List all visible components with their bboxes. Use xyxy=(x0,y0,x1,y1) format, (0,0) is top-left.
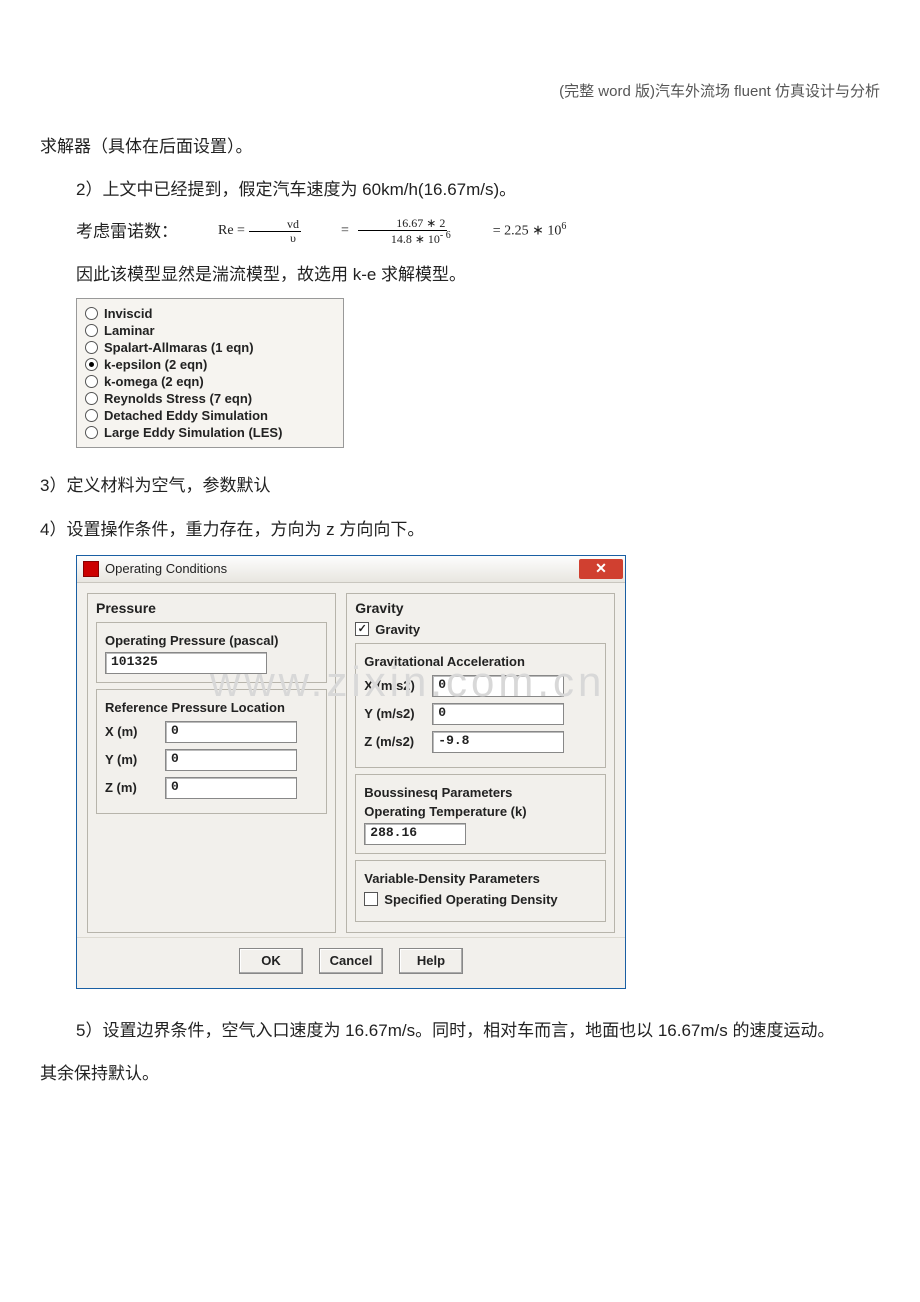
radio-laminar[interactable]: Laminar xyxy=(85,322,335,339)
radio-icon xyxy=(85,358,98,371)
pressure-title: Pressure xyxy=(96,600,327,616)
radio-icon xyxy=(85,324,98,337)
ref-z-label: Z (m) xyxy=(105,780,159,795)
ref-pressure-location-label: Reference Pressure Location xyxy=(105,700,318,715)
radio-label: Laminar xyxy=(104,323,155,338)
ref-y-label: Y (m) xyxy=(105,752,159,767)
ref-x-input[interactable]: 0 xyxy=(165,721,297,743)
grav-accel-label: Gravitational Acceleration xyxy=(364,654,597,669)
gravity-checkbox-label: Gravity xyxy=(375,622,420,637)
radio-label: Reynolds Stress (7 eqn) xyxy=(104,391,252,406)
ref-z-input[interactable]: 0 xyxy=(165,777,297,799)
radio-label: Inviscid xyxy=(104,306,152,321)
operating-pressure-input[interactable]: 101325 xyxy=(105,652,267,674)
gravity-checkbox[interactable] xyxy=(355,622,369,636)
operating-pressure-label: Operating Pressure (pascal) xyxy=(105,633,318,648)
op-temp-label: Operating Temperature (k) xyxy=(364,804,597,819)
spec-density-label: Specified Operating Density xyxy=(384,892,557,907)
ref-pressure-location-subgroup: Reference Pressure Location X (m) 0 Y (m… xyxy=(96,689,327,814)
ok-button[interactable]: OK xyxy=(239,948,303,974)
op-temp-input[interactable]: 288.16 xyxy=(364,823,466,845)
dialog-title: Operating Conditions xyxy=(105,561,227,576)
grav-x-input[interactable]: 0 xyxy=(432,675,564,697)
radio-icon xyxy=(85,426,98,439)
radio-inviscid[interactable]: Inviscid xyxy=(85,305,335,322)
spec-density-checkbox[interactable] xyxy=(364,892,378,906)
radio-label: Spalart-Allmaras (1 eqn) xyxy=(104,340,254,355)
reynolds-formula: 考虑雷诺数： Re = vd υ = 16.67 ∗ 2 14.8 ∗ 10- … xyxy=(40,217,880,245)
boussinesq-label: Boussinesq Parameters xyxy=(364,785,597,800)
radio-label: Large Eddy Simulation (LES) xyxy=(104,425,282,440)
radio-k-omega[interactable]: k-omega (2 eqn) xyxy=(85,373,335,390)
radio-icon xyxy=(85,375,98,388)
operating-pressure-subgroup: Operating Pressure (pascal) 101325 xyxy=(96,622,327,683)
operating-conditions-dialog: Operating Conditions ✕ Pressure Operatin… xyxy=(76,555,626,989)
close-icon[interactable]: ✕ xyxy=(579,559,623,579)
radio-icon xyxy=(85,392,98,405)
grav-y-input[interactable]: 0 xyxy=(432,703,564,725)
radio-icon xyxy=(85,307,98,320)
gravity-checkbox-row[interactable]: Gravity xyxy=(355,622,606,637)
gravity-group: Gravity Gravity Gravitational Accelerati… xyxy=(346,593,615,933)
paragraph-speed: 2）上文中已经提到，假定汽车速度为 60km/h(16.67m/s)。 xyxy=(40,170,880,209)
variable-density-label: Variable-Density Parameters xyxy=(364,871,597,886)
radio-label: Detached Eddy Simulation xyxy=(104,408,268,423)
grav-x-label: X (m/s2) xyxy=(364,678,426,693)
paragraph-operating: 4）设置操作条件，重力存在，方向为 z 方向向下。 xyxy=(40,510,880,549)
paragraph-turbulence: 因此该模型显然是湍流模型，故选用 k-e 求解模型。 xyxy=(40,255,880,294)
pressure-group: Pressure Operating Pressure (pascal) 101… xyxy=(87,593,336,933)
radio-reynolds-stress[interactable]: Reynolds Stress (7 eqn) xyxy=(85,390,335,407)
cancel-button[interactable]: Cancel xyxy=(319,948,383,974)
variable-density-subgroup: Variable-Density Parameters Specified Op… xyxy=(355,860,606,922)
radio-icon xyxy=(85,341,98,354)
grav-z-label: Z (m/s2) xyxy=(364,734,426,749)
dialog-button-row: OK Cancel Help xyxy=(77,937,625,988)
radio-icon xyxy=(85,409,98,422)
paragraph-material: 3）定义材料为空气，参数默认 xyxy=(40,466,880,505)
reynolds-label: 考虑雷诺数： xyxy=(40,218,178,245)
radio-detached-eddy[interactable]: Detached Eddy Simulation xyxy=(85,407,335,424)
ref-y-input[interactable]: 0 xyxy=(165,749,297,771)
ref-x-label: X (m) xyxy=(105,724,159,739)
grav-z-input[interactable]: -9.8 xyxy=(432,731,564,753)
dialog-titlebar: Operating Conditions ✕ xyxy=(77,556,625,583)
radio-spalart-allmaras[interactable]: Spalart-Allmaras (1 eqn) xyxy=(85,339,335,356)
reynolds-math: Re = vd υ = 16.67 ∗ 2 14.8 ∗ 10- 6 = 2.2… xyxy=(182,217,566,245)
grav-y-label: Y (m/s2) xyxy=(364,706,426,721)
paragraph-solver: 求解器（具体在后面设置）。 xyxy=(40,127,880,166)
grav-accel-subgroup: Gravitational Acceleration X (m/s2) 0 Y … xyxy=(355,643,606,768)
radio-label: k-omega (2 eqn) xyxy=(104,374,204,389)
paragraph-default: 其余保持默认。 xyxy=(40,1054,880,1093)
app-icon xyxy=(83,561,99,577)
boussinesq-subgroup: Boussinesq Parameters Operating Temperat… xyxy=(355,774,606,854)
page-header: (完整 word 版)汽车外流场 fluent 仿真设计与分析 xyxy=(40,80,880,101)
help-button[interactable]: Help xyxy=(399,948,463,974)
radio-les[interactable]: Large Eddy Simulation (LES) xyxy=(85,424,335,441)
paragraph-boundary: 5）设置边界条件，空气入口速度为 16.67m/s。同时，相对车而言，地面也以 … xyxy=(40,1011,880,1050)
viscous-model-radio-group: Inviscid Laminar Spalart-Allmaras (1 eqn… xyxy=(76,298,344,448)
radio-label: k-epsilon (2 eqn) xyxy=(104,357,207,372)
radio-k-epsilon[interactable]: k-epsilon (2 eqn) xyxy=(85,356,335,373)
gravity-title: Gravity xyxy=(355,600,606,616)
spec-density-row[interactable]: Specified Operating Density xyxy=(364,892,597,907)
